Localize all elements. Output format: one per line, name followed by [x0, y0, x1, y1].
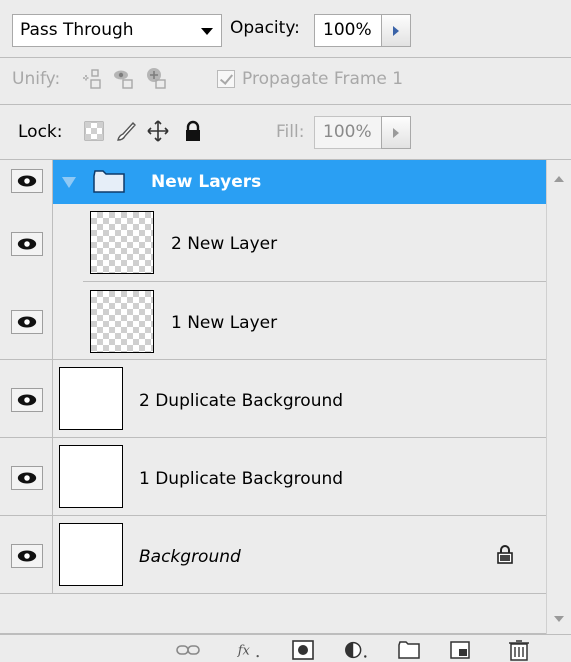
blend-mode-value: Pass Through: [20, 20, 134, 40]
divider: [0, 104, 571, 105]
new-layer-icon[interactable]: [447, 639, 473, 661]
layer-group-row[interactable]: New Layers: [0, 160, 546, 204]
layer-mask-icon[interactable]: [290, 639, 316, 661]
expand-triangle-icon[interactable]: [61, 175, 77, 189]
blend-mode-select[interactable]: Pass Through: [12, 14, 222, 47]
layer-name[interactable]: 2 Duplicate Background: [139, 391, 343, 411]
fill-label: Fill:: [276, 122, 305, 142]
eye-icon[interactable]: [11, 466, 43, 490]
lock-image-pixels-icon[interactable]: [114, 119, 138, 143]
layer-thumbnail: [90, 290, 154, 353]
unify-style-icon[interactable]: [145, 66, 169, 90]
eye-icon[interactable]: [11, 388, 43, 412]
eye-icon[interactable]: [11, 169, 43, 193]
scroll-up-arrow-icon[interactable]: [554, 176, 564, 182]
adjustment-layer-icon[interactable]: [343, 639, 369, 661]
layer-name[interactable]: 1 New Layer: [171, 313, 277, 333]
layer-row[interactable]: 1 Duplicate Background: [0, 438, 546, 516]
layer-row[interactable]: 2 New Layer: [0, 204, 546, 282]
layer-row[interactable]: 2 Duplicate Background: [0, 360, 546, 438]
lock-label: Lock:: [18, 122, 63, 142]
lock-position-icon[interactable]: [146, 119, 170, 143]
layer-thumbnail: [59, 445, 123, 508]
layer-name[interactable]: Background: [139, 547, 241, 567]
layer-name[interactable]: 2 New Layer: [171, 234, 277, 254]
lock-icon: [497, 545, 513, 564]
layer-name[interactable]: 1 Duplicate Background: [139, 469, 343, 489]
fill-slider-button[interactable]: [381, 116, 411, 149]
propagate-frame-checkbox[interactable]: [217, 70, 235, 88]
unify-position-icon[interactable]: [80, 66, 104, 90]
eye-icon[interactable]: [11, 232, 43, 256]
propagate-frame-label: Propagate Frame 1: [242, 69, 404, 89]
trash-icon[interactable]: [506, 639, 532, 661]
fill-input[interactable]: 100%: [314, 116, 381, 149]
layers-list: New Layers 2 New Layer 1 New Layer 2 Dup…: [0, 160, 546, 634]
opacity-slider-button[interactable]: [381, 14, 411, 47]
layer-name[interactable]: New Layers: [151, 172, 261, 192]
layer-row[interactable]: Background: [0, 516, 546, 594]
scroll-down-arrow-icon[interactable]: [554, 616, 564, 622]
layer-thumbnail: [90, 211, 154, 274]
lock-transparent-pixels-icon[interactable]: [82, 119, 106, 143]
opacity-input[interactable]: 100%: [314, 14, 381, 47]
unify-visibility-icon[interactable]: [112, 66, 136, 90]
folder-icon: [93, 170, 125, 193]
divider: [0, 57, 571, 58]
layer-thumbnail: [59, 367, 123, 430]
opacity-label: Opacity:: [230, 18, 300, 38]
layer-thumbnail: [59, 523, 123, 586]
layer-row[interactable]: 1 New Layer: [0, 282, 546, 360]
layers-toolbar: fx: [0, 634, 571, 662]
eye-icon[interactable]: [11, 310, 43, 334]
svg-text:fx: fx: [237, 643, 251, 658]
unify-label: Unify:: [12, 69, 61, 89]
fx-icon[interactable]: fx: [236, 639, 262, 661]
new-group-icon[interactable]: [396, 639, 422, 661]
eye-icon[interactable]: [11, 544, 43, 568]
link-layers-icon[interactable]: [175, 639, 201, 661]
layers-scrollbar[interactable]: [546, 160, 571, 634]
lock-all-icon[interactable]: [181, 119, 205, 143]
chevron-down-icon: [201, 28, 213, 35]
